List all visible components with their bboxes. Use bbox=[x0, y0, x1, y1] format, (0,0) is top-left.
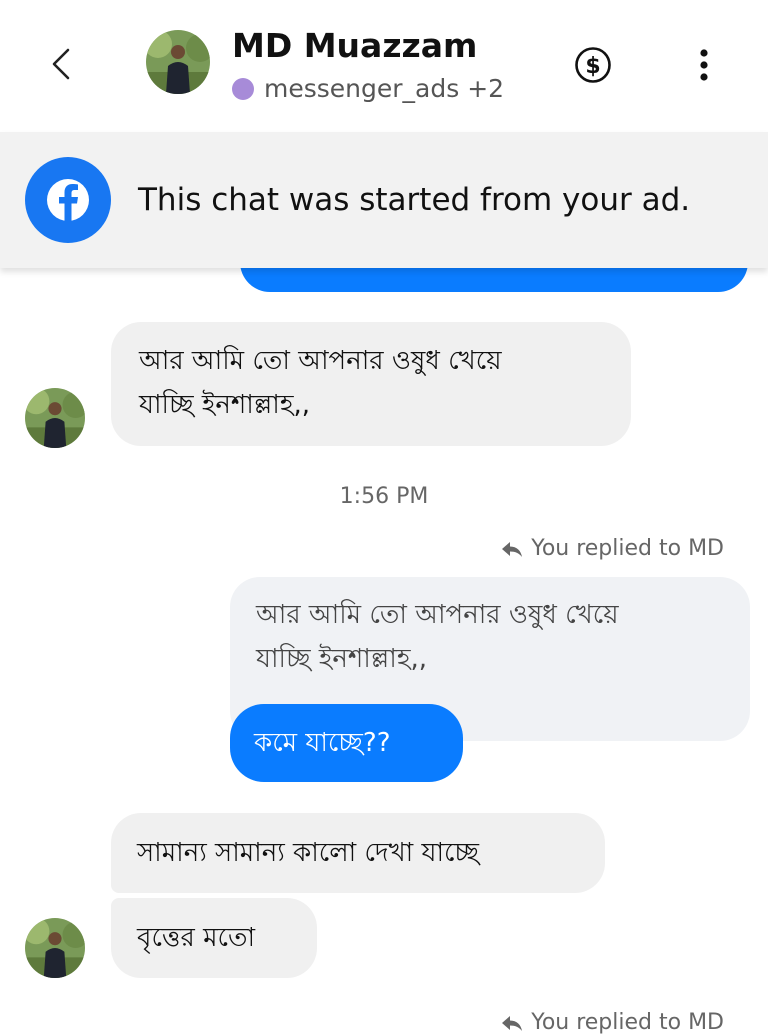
banner-text: This chat was started from your ad. bbox=[138, 182, 691, 218]
contact-name[interactable]: MD Muazzam bbox=[232, 26, 477, 65]
incoming-message-bubble[interactable]: সামান্য সামান্য কালো দেখা যাচ্ছে bbox=[111, 813, 605, 893]
message-text: সামান্য সামান্য কালো দেখা যাচ্ছে bbox=[137, 838, 480, 868]
incoming-message-bubble[interactable]: আর আমি তো আপনার ওষুধ খেয়ে যাচ্ছি ইনশাল্… bbox=[111, 322, 631, 446]
reply-arrow-icon bbox=[502, 542, 523, 557]
incoming-message-bubble[interactable]: বৃত্তের মতো bbox=[111, 898, 317, 978]
message-text: কমে যাচ্ছে?? bbox=[254, 728, 391, 758]
quoted-text-line: আর আমি তো আপনার ওষুধ খেয়ে bbox=[256, 600, 619, 630]
reply-label: You replied to MD bbox=[531, 1010, 724, 1035]
message-text-line: আর আমি তো আপনার ওষুধ খেয়ে bbox=[139, 346, 502, 376]
chevron-left-icon[interactable] bbox=[40, 42, 84, 86]
message-text: বৃত্তের মতো bbox=[137, 923, 256, 953]
contact-avatar[interactable] bbox=[25, 918, 85, 978]
reply-indicator: You replied to MD bbox=[501, 1010, 724, 1035]
ad-source-label: messenger_ads +2 bbox=[232, 74, 504, 103]
contact-avatar[interactable] bbox=[146, 30, 210, 94]
contact-avatar[interactable] bbox=[25, 388, 85, 448]
facebook-logo-icon bbox=[25, 157, 111, 243]
message-text-line: যাচ্ছি ইনশাল্লাহ,, bbox=[139, 390, 311, 420]
reply-label: You replied to MD bbox=[531, 536, 724, 561]
outgoing-message-bubble[interactable]: কমে যাচ্ছে?? bbox=[230, 704, 463, 782]
vertical-ellipsis-icon[interactable] bbox=[690, 46, 718, 84]
dollar-circle-icon[interactable]: $ bbox=[574, 46, 612, 84]
reply-indicator: You replied to MD bbox=[501, 536, 724, 561]
ad-origin-banner: This chat was started from your ad. bbox=[0, 132, 768, 268]
chat-header: MD Muazzam messenger_ads +2 $ bbox=[0, 0, 768, 132]
source-dot-icon bbox=[232, 78, 254, 100]
reply-arrow-icon bbox=[502, 1016, 523, 1031]
ad-source-text: messenger_ads +2 bbox=[264, 74, 505, 103]
message-timestamp: 1:56 PM bbox=[339, 484, 429, 509]
quoted-text-line: যাচ্ছি ইনশাল্লাহ,, bbox=[256, 644, 428, 674]
svg-text:$: $ bbox=[585, 54, 600, 79]
